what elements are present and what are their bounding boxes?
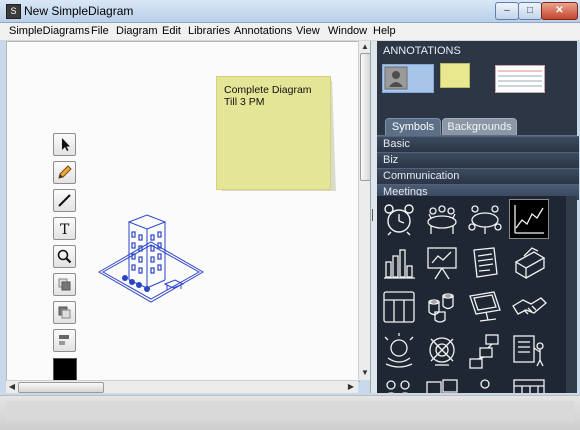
menu-edit[interactable]: Edit <box>162 25 181 37</box>
menu-libraries[interactable]: Libraries <box>188 25 230 37</box>
checklist-icon[interactable] <box>510 332 548 370</box>
documents-icon[interactable] <box>466 244 504 282</box>
menu-bar: SimpleDiagrams File Diagram Edit Librari… <box>0 23 580 41</box>
sticky-note[interactable]: Complete Diagram Till 3 PM <box>216 76 331 190</box>
category-communication[interactable]: Communication <box>377 168 579 184</box>
sticky-note-text: Complete Diagram Till 3 PM <box>224 84 312 108</box>
menu-window[interactable]: Window <box>328 25 367 37</box>
people-icon[interactable] <box>380 376 418 393</box>
office-building-drawing[interactable] <box>95 212 207 307</box>
category-biz[interactable]: Biz <box>377 152 579 168</box>
text-icon: T <box>60 222 70 237</box>
presentation-board-icon[interactable] <box>423 244 461 282</box>
align-tool[interactable] <box>53 329 76 352</box>
brainstorm-icon[interactable] <box>380 332 418 370</box>
app-icon: S <box>6 4 21 19</box>
zoom-tool[interactable] <box>53 245 76 268</box>
annotation-sticky-thumb[interactable] <box>440 63 470 88</box>
portrait-icon <box>384 66 408 90</box>
monitor-icon[interactable] <box>466 288 504 326</box>
bring-forward-tool[interactable] <box>53 273 76 296</box>
line-chart-icon[interactable] <box>509 199 549 239</box>
title-bar: S New SimpleDiagram – □ ✕ <box>0 0 580 23</box>
menu-annotations[interactable]: Annotations <box>234 25 292 37</box>
magnifier-icon <box>57 249 72 264</box>
color-swatch[interactable] <box>53 358 77 381</box>
select-tool[interactable] <box>53 133 76 156</box>
menu-file[interactable]: File <box>91 25 109 37</box>
line-tool[interactable] <box>53 189 76 212</box>
svg-text:T: T <box>60 222 70 237</box>
scroll-up-icon[interactable]: ▲ <box>360 42 370 52</box>
arrow-pointer-icon <box>62 138 70 151</box>
symbols-scrollbar[interactable] <box>566 196 577 393</box>
annotations-header: ANNOTATIONS <box>383 45 461 57</box>
minimize-button[interactable]: – <box>495 2 519 20</box>
calendar-board-icon[interactable] <box>380 288 418 326</box>
annotation-portrait-thumb[interactable] <box>382 64 434 93</box>
status-area <box>6 401 574 421</box>
menu-diagram[interactable]: Diagram <box>116 25 158 37</box>
handshake-icon[interactable] <box>510 288 548 326</box>
menu-help[interactable]: Help <box>373 25 396 37</box>
printer-icon[interactable] <box>510 244 548 282</box>
send-backward-tool[interactable] <box>53 301 76 324</box>
round-table-icon[interactable] <box>466 200 504 238</box>
tab-backgrounds[interactable]: Backgrounds <box>442 118 517 136</box>
diagram-canvas[interactable]: Complete Diagram Till 3 PM T <box>6 41 360 382</box>
tab-symbols[interactable]: Symbols <box>385 118 441 136</box>
text-tool[interactable]: T <box>53 217 76 240</box>
status-bar <box>0 395 580 430</box>
horizontal-scrollbar[interactable]: ◀ ▶ <box>6 380 358 393</box>
category-basic[interactable]: Basic <box>377 136 579 152</box>
scroll-down-icon[interactable]: ▼ <box>360 368 370 378</box>
scroll-right-icon[interactable]: ▶ <box>346 382 356 392</box>
calendar-icon[interactable] <box>510 376 548 393</box>
coffee-cups-icon[interactable] <box>423 288 461 326</box>
window-title: New SimpleDiagram <box>24 4 134 18</box>
close-button[interactable]: ✕ <box>541 2 578 20</box>
lined-paper-icon <box>498 70 542 87</box>
library-panel: ANNOTATIONS Symbols Backgrounds Basic Bi… <box>377 41 579 393</box>
align-icon <box>59 335 69 345</box>
menu-view[interactable]: View <box>296 25 320 37</box>
conference-icon[interactable] <box>466 376 504 393</box>
screens-icon[interactable] <box>423 376 461 393</box>
layers-icon <box>58 278 71 291</box>
meeting-table-icon[interactable] <box>423 200 461 238</box>
alarm-clock-icon[interactable] <box>380 200 418 238</box>
target-icon[interactable] <box>423 332 461 370</box>
scroll-left-icon[interactable]: ◀ <box>7 382 17 392</box>
pencil-tool[interactable] <box>53 161 76 184</box>
bar-chart-icon[interactable] <box>380 244 418 282</box>
maximize-button[interactable]: □ <box>518 2 542 20</box>
symbols-grid <box>377 196 577 393</box>
pencil-icon <box>58 165 72 179</box>
menu-simplediagrams[interactable]: SimpleDiagrams <box>9 25 90 37</box>
layers-back-icon <box>58 306 71 319</box>
line-icon <box>58 194 71 207</box>
horizontal-scroll-thumb[interactable] <box>18 382 104 393</box>
flowchart-icon[interactable] <box>466 332 504 370</box>
annotation-lined-paper-thumb[interactable] <box>495 65 545 93</box>
